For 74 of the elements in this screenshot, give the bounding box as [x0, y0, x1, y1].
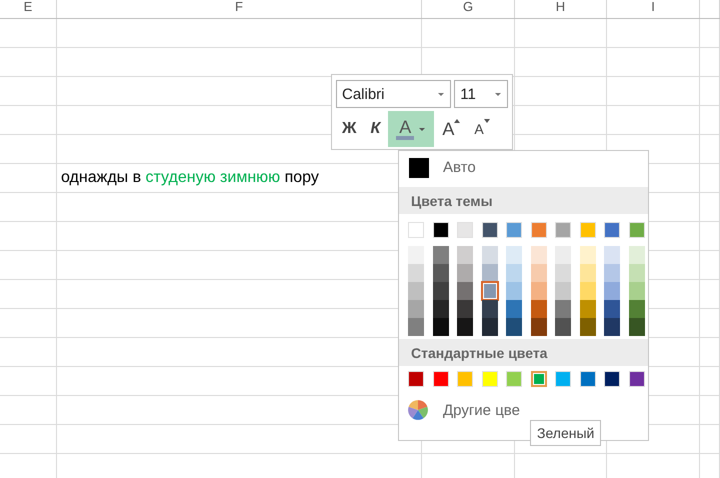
color-swatch[interactable]: [432, 246, 448, 264]
color-swatch[interactable]: [482, 246, 498, 264]
shrink-font-button[interactable]: A: [468, 111, 496, 147]
color-swatch[interactable]: [604, 282, 620, 300]
color-swatch[interactable]: [628, 318, 644, 336]
color-swatch[interactable]: [457, 282, 473, 300]
color-swatch[interactable]: [628, 264, 644, 282]
color-swatch[interactable]: [408, 246, 424, 264]
color-swatch[interactable]: [506, 318, 522, 336]
color-swatch[interactable]: [432, 318, 448, 336]
color-swatch[interactable]: [482, 264, 498, 282]
color-swatch[interactable]: [482, 300, 498, 318]
font-color-button[interactable]: A: [388, 111, 434, 147]
color-swatch[interactable]: [580, 246, 596, 264]
color-swatch[interactable]: [482, 318, 498, 336]
color-swatch[interactable]: [555, 282, 571, 300]
column-header[interactable]: G: [462, 0, 474, 14]
color-swatch[interactable]: [555, 318, 571, 336]
section-heading: Цвета темы: [399, 187, 648, 214]
auto-color-item[interactable]: Авто: [399, 151, 648, 184]
column-header[interactable]: I: [651, 0, 655, 14]
italic-button[interactable]: К: [364, 111, 386, 147]
color-swatch[interactable]: [457, 300, 473, 318]
color-swatch[interactable]: [506, 246, 522, 264]
tooltip: Зеленый: [530, 420, 602, 446]
color-swatch[interactable]: [506, 282, 522, 300]
color-swatch[interactable]: [580, 264, 596, 282]
cell-text: однажды в студеную зимнюю пору: [60, 169, 319, 187]
color-swatch[interactable]: [604, 318, 620, 336]
color-swatch[interactable]: [408, 318, 424, 336]
dropdown-icon: [437, 92, 446, 96]
color-swatch[interactable]: [457, 318, 473, 336]
bold-button[interactable]: Ж: [336, 111, 362, 147]
color-swatch[interactable]: [604, 246, 620, 264]
color-swatch[interactable]: [432, 300, 448, 318]
color-swatch[interactable]: [628, 282, 644, 300]
color-swatch[interactable]: [408, 264, 424, 282]
up-caret-icon: [454, 119, 460, 123]
color-swatch[interactable]: [604, 264, 620, 282]
column-header[interactable]: F: [235, 0, 243, 14]
down-caret-icon: [484, 119, 490, 123]
color-swatch[interactable]: [628, 246, 644, 264]
color-swatch[interactable]: [530, 282, 546, 300]
column-header[interactable]: E: [24, 0, 32, 14]
color-swatch[interactable]: [530, 264, 546, 282]
color-swatch[interactable]: [457, 264, 473, 282]
dropdown-icon: [494, 92, 502, 96]
color-swatch[interactable]: [555, 264, 571, 282]
color-swatch[interactable]: [530, 371, 546, 387]
color-swatch[interactable]: [580, 300, 596, 318]
color-swatch[interactable]: [408, 282, 424, 300]
font-name-combo[interactable]: Calibri: [336, 80, 452, 108]
color-swatch[interactable]: [506, 300, 522, 318]
color-wheel-icon: [407, 399, 429, 421]
grow-font-button[interactable]: A: [436, 111, 466, 147]
color-swatch[interactable]: [555, 300, 571, 318]
color-swatch[interactable]: [628, 300, 644, 318]
color-swatch[interactable]: [530, 300, 546, 318]
dropdown-icon: [418, 126, 426, 132]
color-swatch[interactable]: [408, 300, 424, 318]
color-swatch[interactable]: [580, 282, 596, 300]
color-swatch[interactable]: [580, 318, 596, 336]
color-swatch[interactable]: [604, 300, 620, 318]
color-swatch[interactable]: [530, 246, 546, 264]
color-swatch[interactable]: [530, 318, 546, 336]
column-header[interactable]: H: [556, 0, 566, 14]
color-swatch[interactable]: [432, 282, 448, 300]
color-swatch[interactable]: [457, 246, 473, 264]
color-swatch[interactable]: [555, 246, 571, 264]
font-size-combo[interactable]: 11: [454, 80, 508, 108]
section-heading: Стандартные цвета: [399, 339, 648, 366]
color-swatch[interactable]: [432, 264, 448, 282]
color-swatch[interactable]: [506, 264, 522, 282]
more-colors-item[interactable]: Другие цве: [443, 402, 520, 418]
